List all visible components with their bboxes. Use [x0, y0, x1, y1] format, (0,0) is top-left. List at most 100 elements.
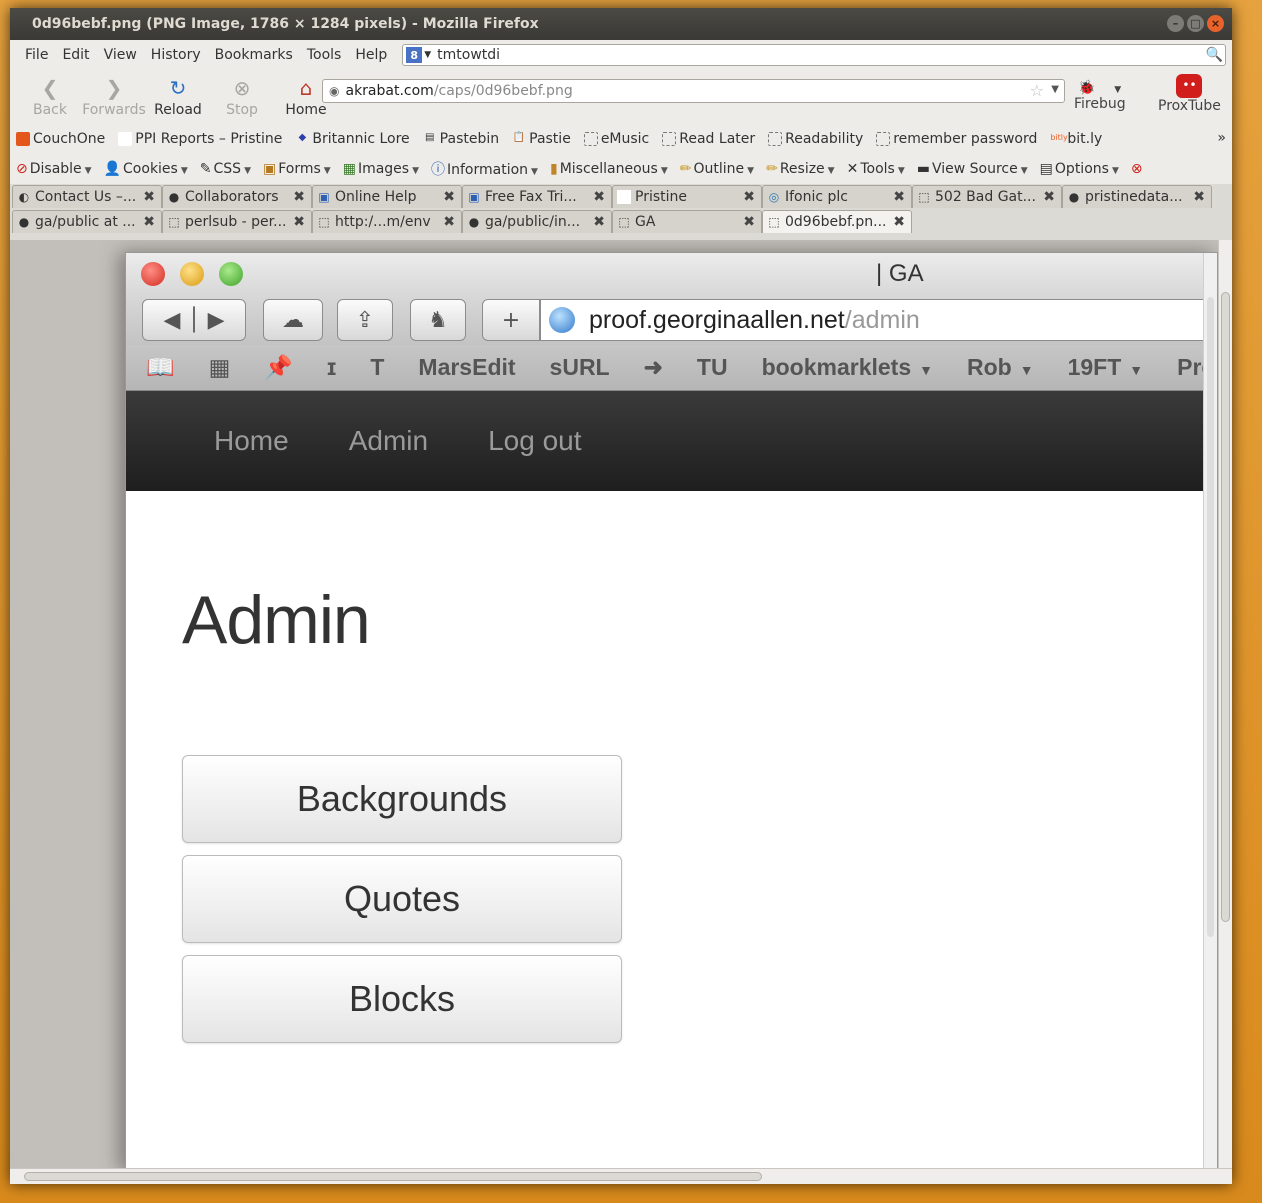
- dev-outline[interactable]: ✏ Outline ▼: [680, 161, 754, 177]
- close-tab-icon[interactable]: ✖: [743, 189, 755, 205]
- bookmark-read-later[interactable]: Read Later: [662, 131, 755, 147]
- bookmark-remember-password[interactable]: remember password: [876, 131, 1037, 147]
- tab-ifonic[interactable]: ◎ Ifonic plc ✖: [762, 185, 912, 208]
- tab-free-fax[interactable]: ▣ Free Fax Tri... ✖: [462, 185, 612, 208]
- tab-ga[interactable]: ⬚ GA ✖: [612, 210, 762, 233]
- close-tab-icon[interactable]: ✖: [593, 189, 605, 205]
- bookmark-pastebin[interactable]: ▤ Pastebin: [423, 131, 499, 147]
- close-tab-icon[interactable]: ✖: [893, 189, 905, 205]
- close-tab-icon[interactable]: ✖: [443, 189, 455, 205]
- bookmark-readability[interactable]: Readability: [768, 131, 863, 147]
- close-tab-icon[interactable]: ✖: [293, 214, 305, 230]
- bookmark-bitly[interactable]: bitly bit.ly: [1050, 131, 1102, 147]
- mac-bookmark-folder: bookmarklets ▼: [762, 354, 933, 381]
- horizontal-scrollbar[interactable]: [10, 1168, 1232, 1184]
- close-icon[interactable]: ×: [1207, 15, 1224, 32]
- back-button[interactable]: ❮ Back: [18, 77, 82, 118]
- dev-miscellaneous[interactable]: ▮ Miscellaneous ▼: [550, 161, 668, 177]
- url-dropdown-icon[interactable]: ▼: [1051, 84, 1059, 95]
- tab-label: Ifonic plc: [785, 189, 849, 205]
- close-tab-icon[interactable]: ✖: [443, 214, 455, 230]
- window-title: 0d96bebf.png (PNG Image, 1786 × 1284 pix…: [32, 16, 539, 32]
- vertical-scrollbar[interactable]: [1218, 240, 1232, 1168]
- dev-images[interactable]: ▦ Images ▼: [343, 161, 419, 177]
- dev-label: Miscellaneous: [559, 161, 658, 177]
- google-icon[interactable]: 8: [406, 47, 423, 63]
- tab-pristinedata[interactable]: ● pristinedata... ✖: [1062, 185, 1212, 208]
- mac-window-title: | GA: [876, 260, 924, 287]
- stop-button[interactable]: ⊗ Stop: [210, 77, 274, 118]
- bookmark-britannic-lore[interactable]: ◆ Britannic Lore: [295, 131, 410, 147]
- more-bookmarks-icon[interactable]: »: [1217, 130, 1226, 146]
- firefox-window: 0d96bebf.png (PNG Image, 1786 × 1284 pix…: [10, 8, 1232, 1184]
- tab-online-help[interactable]: ▣ Online Help ✖: [312, 185, 462, 208]
- menu-edit[interactable]: Edit: [55, 47, 96, 63]
- menu-bookmarks[interactable]: Bookmarks: [208, 47, 300, 63]
- bookmark-pastie[interactable]: 📋 Pastie: [512, 131, 571, 147]
- page-icon: ⬚: [618, 215, 630, 229]
- tab-contact-us[interactable]: ◐ Contact Us –... ✖: [12, 185, 162, 208]
- close-tab-icon[interactable]: ✖: [893, 214, 905, 230]
- dev-forms[interactable]: ▣ Forms ▼: [263, 161, 331, 177]
- dev-label: Outline: [693, 161, 745, 177]
- reload-button[interactable]: ↻ Reload: [146, 77, 210, 118]
- reading-list-icon: 📖: [146, 354, 175, 380]
- tab-ga-public-in[interactable]: ● ga/public/in... ✖: [462, 210, 612, 233]
- chevron-down-icon[interactable]: ▼: [424, 50, 431, 60]
- bookmark-couchone[interactable]: CouchOne: [16, 131, 105, 147]
- tab-perlsub[interactable]: ⬚ perlsub - per... ✖: [162, 210, 312, 233]
- tab-pristine[interactable]: Pristine ✖: [612, 185, 762, 208]
- dev-disable[interactable]: ⊘ Disable ▼: [16, 161, 92, 177]
- dev-tools[interactable]: ✕ Tools ▼: [847, 161, 905, 177]
- forward-button[interactable]: ❯ Forwards: [82, 77, 146, 118]
- close-tab-icon[interactable]: ✖: [293, 189, 305, 205]
- dev-options[interactable]: ▤ Options ▼: [1040, 161, 1119, 177]
- url-bar[interactable]: ◉ akrabat.com /caps/0d96bebf.png ☆ ▼: [322, 79, 1065, 103]
- bookmark-label: Pastie: [529, 131, 571, 147]
- menu-view[interactable]: View: [97, 47, 144, 63]
- tab-label: Free Fax Tri...: [485, 189, 577, 205]
- bookmark-emusic[interactable]: eMusic: [583, 131, 649, 147]
- menu-help[interactable]: Help: [348, 47, 394, 63]
- firebug-icon: 🐞 ▼: [1078, 80, 1122, 96]
- site-nav-logout: Log out: [488, 425, 582, 456]
- site-identity-icon[interactable]: ◉: [329, 84, 339, 98]
- chevron-down-icon: ▼: [531, 167, 538, 177]
- close-tab-icon[interactable]: ✖: [143, 214, 155, 230]
- home-icon: ⌂: [299, 75, 313, 100]
- dev-view-source[interactable]: ▬ View Source ▼: [917, 161, 1028, 177]
- tab-current-image[interactable]: ⬚ 0d96bebf.pn... ✖: [762, 210, 912, 233]
- tab-label: pristinedata...: [1085, 189, 1183, 205]
- chevron-down-icon: ▼: [84, 166, 92, 176]
- tab-ga-public[interactable]: ● ga/public at ... ✖: [12, 210, 162, 233]
- proxtube-button[interactable]: •• ProxTube: [1158, 74, 1221, 114]
- dev-cookies[interactable]: 👤 Cookies ▼: [104, 161, 188, 177]
- maximize-icon[interactable]: □: [1187, 15, 1204, 32]
- menu-file[interactable]: File: [18, 47, 55, 63]
- tab-env[interactable]: ⬚ http:/...m/env ✖: [312, 210, 462, 233]
- magnifier-icon[interactable]: 🔍: [1206, 47, 1223, 63]
- dev-resize[interactable]: ✏ Resize ▼: [766, 161, 835, 177]
- bookmark-ppi-reports[interactable]: PPI Reports – Pristine: [118, 131, 282, 147]
- vertical-scrollbar-thumb[interactable]: [1221, 292, 1230, 922]
- tab-502[interactable]: ⬚ 502 Bad Gat... ✖: [912, 185, 1062, 208]
- firebug-button[interactable]: 🐞 ▼ Firebug: [1074, 80, 1126, 112]
- dev-close-icon[interactable]: ⊗: [1131, 161, 1143, 177]
- close-tab-icon[interactable]: ✖: [1193, 189, 1205, 205]
- dev-label: View Source: [931, 161, 1018, 177]
- bookmark-star-icon[interactable]: ☆: [1030, 81, 1044, 100]
- clipboard-icon: 📋: [512, 132, 526, 143]
- close-tab-icon[interactable]: ✖: [1043, 189, 1055, 205]
- close-tab-icon[interactable]: ✖: [743, 214, 755, 230]
- dev-information[interactable]: ⓘ Information ▼: [431, 159, 538, 179]
- horizontal-scrollbar-thumb[interactable]: [24, 1172, 762, 1181]
- menu-history[interactable]: History: [144, 47, 208, 63]
- close-tab-icon[interactable]: ✖: [143, 189, 155, 205]
- search-input[interactable]: 8 ▼ tmtowtdi 🔍: [402, 44, 1227, 66]
- dev-css[interactable]: ✎ CSS ▼: [200, 161, 251, 177]
- tab-collaborators[interactable]: ● Collaborators ✖: [162, 185, 312, 208]
- minimize-icon[interactable]: –: [1167, 15, 1184, 32]
- close-tab-icon[interactable]: ✖: [593, 214, 605, 230]
- dev-label: Images: [357, 161, 410, 177]
- menu-tools[interactable]: Tools: [300, 47, 349, 63]
